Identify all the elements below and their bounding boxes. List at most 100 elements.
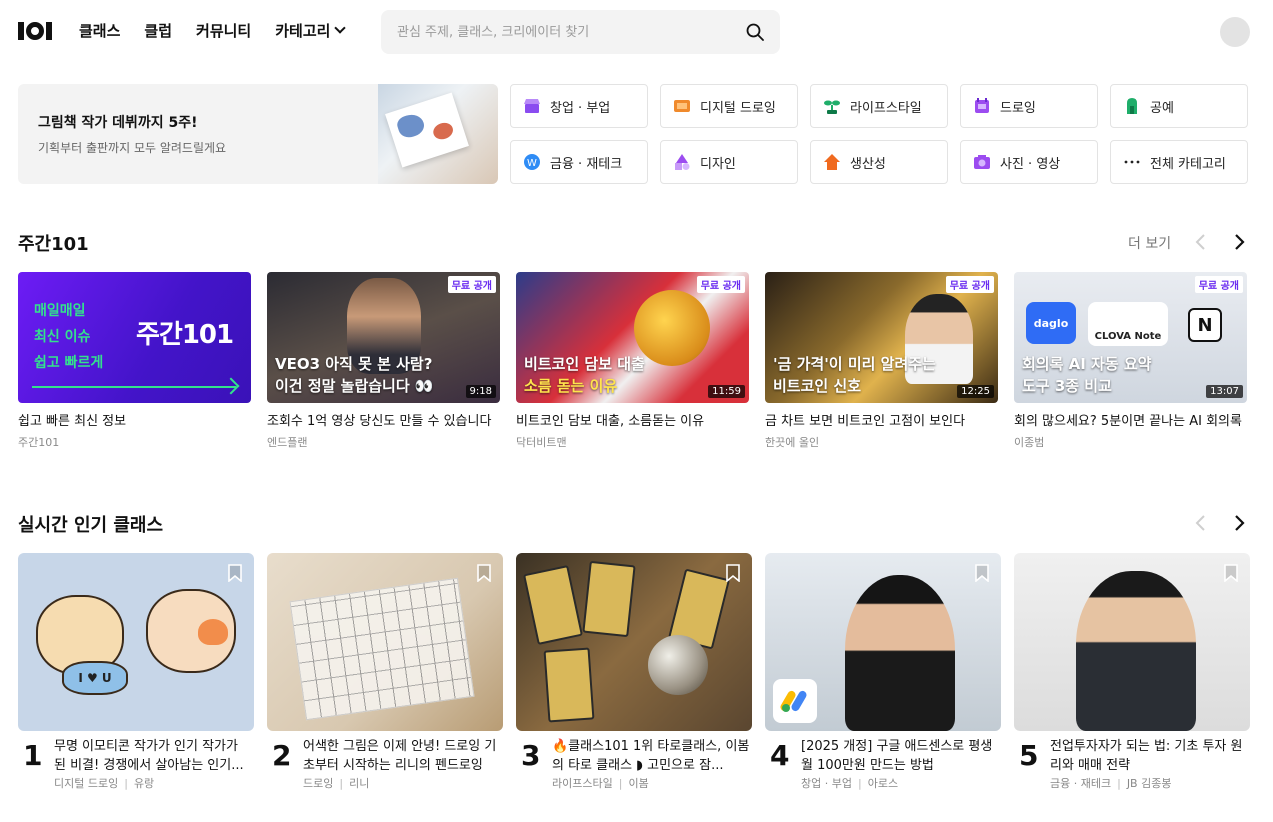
category-photo-video[interactable]: 사진 · 영상 xyxy=(960,140,1098,184)
class-category: 창업 · 부업 xyxy=(801,777,852,790)
category-grid: 창업 · 부업 디지털 드로잉 라이프스타일 드로잉 공예 W 금융 · 재테크… xyxy=(510,84,1248,184)
clova-note-logo: CLOVA Note xyxy=(1088,302,1168,346)
arrow-right-icon xyxy=(32,386,236,388)
class-category: 디지털 드로잉 xyxy=(54,777,119,790)
category-label: 전체 카테고리 xyxy=(1150,156,1226,172)
chevron-right-icon xyxy=(1235,515,1245,531)
free-badge: 무료 공개 xyxy=(1194,276,1243,293)
nav-community[interactable]: 커뮤니티 xyxy=(196,20,251,41)
class-thumbnail xyxy=(516,553,752,731)
weekly-card[interactable]: 무료 공개 VEO3 아직 못 본 사람? 이건 정말 놀랍습니다 👀 9:18… xyxy=(267,272,500,450)
category-design[interactable]: 디자인 xyxy=(660,140,798,184)
weekly-section-title: 주간101 xyxy=(18,234,89,255)
category-digital-drawing[interactable]: 디지털 드로잉 xyxy=(660,84,798,128)
popular-list: I ♥ U 1 무명 이모티콘 작가가 인기 작가가 된 비결! 경쟁에서 살아… xyxy=(18,553,1250,790)
nav-category[interactable]: 카테고리 xyxy=(275,20,347,41)
popular-card[interactable]: 5 전업투자자가 되는 법: 기초 투자 원리와 매매 전략 금융 · 재테크 |… xyxy=(1014,553,1250,790)
weekly-card-author: 이종범 xyxy=(1014,436,1045,449)
promo-banner[interactable]: 그림책 작가 데뷔까지 5주! 기획부터 출판까지 모두 알려드릴게요 xyxy=(18,84,498,184)
video-duration: 13:07 xyxy=(1206,385,1243,398)
more-dots-icon xyxy=(1123,153,1141,171)
popular-card[interactable]: 4 [2025 개정] 구글 애드센스로 평생 월 100만원 만드는 방법 창… xyxy=(765,553,1001,790)
category-lifestyle[interactable]: 라이프스타일 xyxy=(810,84,948,128)
weekly-prev-button[interactable] xyxy=(1191,232,1211,252)
rank-number: 4 xyxy=(770,739,790,772)
search-icon[interactable] xyxy=(745,22,765,42)
chevron-left-icon xyxy=(1195,515,1205,531)
category-craft[interactable]: 공예 xyxy=(1110,84,1248,128)
weekly-card[interactable]: 무료 공개 '금 가격'이 미리 알려주는 비트코인 신호 12:25 금 차트… xyxy=(765,272,998,450)
category-productivity[interactable]: 생산성 xyxy=(810,140,948,184)
class-author: 아로스 xyxy=(867,777,899,790)
thumbnail-caption: 회의록 AI 자동 요약 도구 3종 비교 xyxy=(1022,355,1152,395)
class-author: 이봄 xyxy=(628,777,649,790)
class-title: 무명 이모티콘 작가가 인기 작가가 된 비결! 경쟁에서 살아남는 인기... xyxy=(54,739,244,773)
user-avatar[interactable] xyxy=(1220,17,1250,47)
weekly-card[interactable]: 무료 공개 비트코인 담보 대출 소름 돋는 이유 11:59 비트코인 담보 … xyxy=(516,272,749,450)
weekly-card-title: 비트코인 담보 대출, 소름돋는 이유 xyxy=(516,414,705,429)
camera-icon xyxy=(973,153,991,171)
weekly-thumbnail: 무료 공개 비트코인 담보 대출 소름 돋는 이유 11:59 xyxy=(516,272,749,403)
class101-logo[interactable] xyxy=(18,22,52,40)
class-thumbnail: I ♥ U xyxy=(18,553,254,731)
category-drawing[interactable]: 드로잉 xyxy=(960,84,1098,128)
sprout-icon xyxy=(823,97,841,115)
category-label: 드로잉 xyxy=(1000,100,1036,116)
category-all[interactable]: 전체 카테고리 xyxy=(1110,140,1248,184)
weekly-card-title: 금 차트 보면 비트코인 고점이 보인다 xyxy=(765,414,966,429)
rank-number: 1 xyxy=(23,739,43,772)
svg-text:W: W xyxy=(527,158,537,169)
nav-class[interactable]: 클래스 xyxy=(79,20,120,41)
bookmark-icon[interactable] xyxy=(975,564,989,582)
weekly-intro-logo: 주간101 xyxy=(136,320,234,350)
weekly-thumbnail: 무료 공개 '금 가격'이 미리 알려주는 비트코인 신호 12:25 xyxy=(765,272,998,403)
rank-number: 2 xyxy=(272,739,292,772)
category-label: 공예 xyxy=(1150,100,1174,116)
chevron-down-icon xyxy=(334,22,347,34)
banner-title: 그림책 작가 데뷔까지 5주! xyxy=(38,115,198,131)
class-title: 전업투자자가 되는 법: 기초 투자 원리와 매매 전략 xyxy=(1050,739,1243,773)
rank-number: 5 xyxy=(1019,739,1039,772)
thumbnail-caption: '금 가격'이 미리 알려주는 비트코인 신호 xyxy=(773,355,936,395)
popular-next-button[interactable] xyxy=(1229,513,1249,533)
bookmark-icon[interactable] xyxy=(726,564,740,582)
shirt-text: I ♥ U xyxy=(62,661,128,695)
category-startup[interactable]: 창업 · 부업 xyxy=(510,84,648,128)
nav-club[interactable]: 클럽 xyxy=(144,20,172,41)
shapes-icon xyxy=(673,153,691,171)
weekly-thumbnail: 무료 공개 VEO3 아직 못 본 사람? 이건 정말 놀랍습니다 👀 9:18 xyxy=(267,272,500,403)
bookmark-icon[interactable] xyxy=(228,564,242,582)
class-meta: 드로잉 | 리니 xyxy=(303,777,370,790)
class-author: JB 김종봉 xyxy=(1126,777,1172,790)
search-input[interactable] xyxy=(397,22,727,42)
bookmark-icon[interactable] xyxy=(477,564,491,582)
class-meta: 디지털 드로잉 | 유랑 xyxy=(54,777,155,790)
free-badge: 무료 공개 xyxy=(945,276,994,293)
class-category: 금융 · 재테크 xyxy=(1050,777,1112,790)
weekly-more-link[interactable]: 더 보기 xyxy=(1128,233,1171,253)
weekly-list: 매일매일 최신 이슈 쉽고 빠르게 주간101 쉽고 빠른 최신 정보 주간10… xyxy=(18,272,1247,450)
popular-prev-button[interactable] xyxy=(1191,513,1211,533)
bookmark-icon[interactable] xyxy=(1224,564,1238,582)
weekly-card[interactable]: 매일매일 최신 이슈 쉽고 빠르게 주간101 쉽고 빠른 최신 정보 주간10… xyxy=(18,272,251,450)
category-label: 디지털 드로잉 xyxy=(700,100,776,116)
weekly-intro-text: 매일매일 최신 이슈 쉽고 빠르게 xyxy=(34,303,104,371)
weekly-card[interactable]: daglo CLOVA Note N 무료 공개 회의록 AI 자동 요약 도구… xyxy=(1014,272,1247,450)
class-category: 드로잉 xyxy=(303,777,334,790)
house-up-icon xyxy=(823,153,841,171)
category-label: 라이프스타일 xyxy=(850,100,922,116)
popular-card[interactable]: I ♥ U 1 무명 이모티콘 작가가 인기 작가가 된 비결! 경쟁에서 살아… xyxy=(18,553,254,790)
category-finance[interactable]: W 금융 · 재테크 xyxy=(510,140,648,184)
rank-number: 3 xyxy=(521,739,541,772)
popular-card[interactable]: 3 🔥클래스101 1위 타로클래스, 이봄의 타로 클래스 ◗ 고민으로 잠.… xyxy=(516,553,752,790)
coin-icon: W xyxy=(523,153,541,171)
notion-logo: N xyxy=(1188,308,1222,342)
popular-section-title: 실시간 인기 클래스 xyxy=(18,515,164,536)
weekly-thumbnail: daglo CLOVA Note N 무료 공개 회의록 AI 자동 요약 도구… xyxy=(1014,272,1247,403)
popular-card[interactable]: 2 어색한 그림은 이제 안녕! 드로잉 기초부터 시작하는 리니의 펜드로잉 … xyxy=(267,553,503,790)
thumbnail-caption: 비트코인 담보 대출 소름 돋는 이유 xyxy=(524,355,645,395)
sketchbook-icon xyxy=(973,97,991,115)
class-author: 유랑 xyxy=(133,777,155,790)
class-meta: 라이프스타일 | 이봄 xyxy=(552,777,649,790)
weekly-next-button[interactable] xyxy=(1229,232,1249,252)
